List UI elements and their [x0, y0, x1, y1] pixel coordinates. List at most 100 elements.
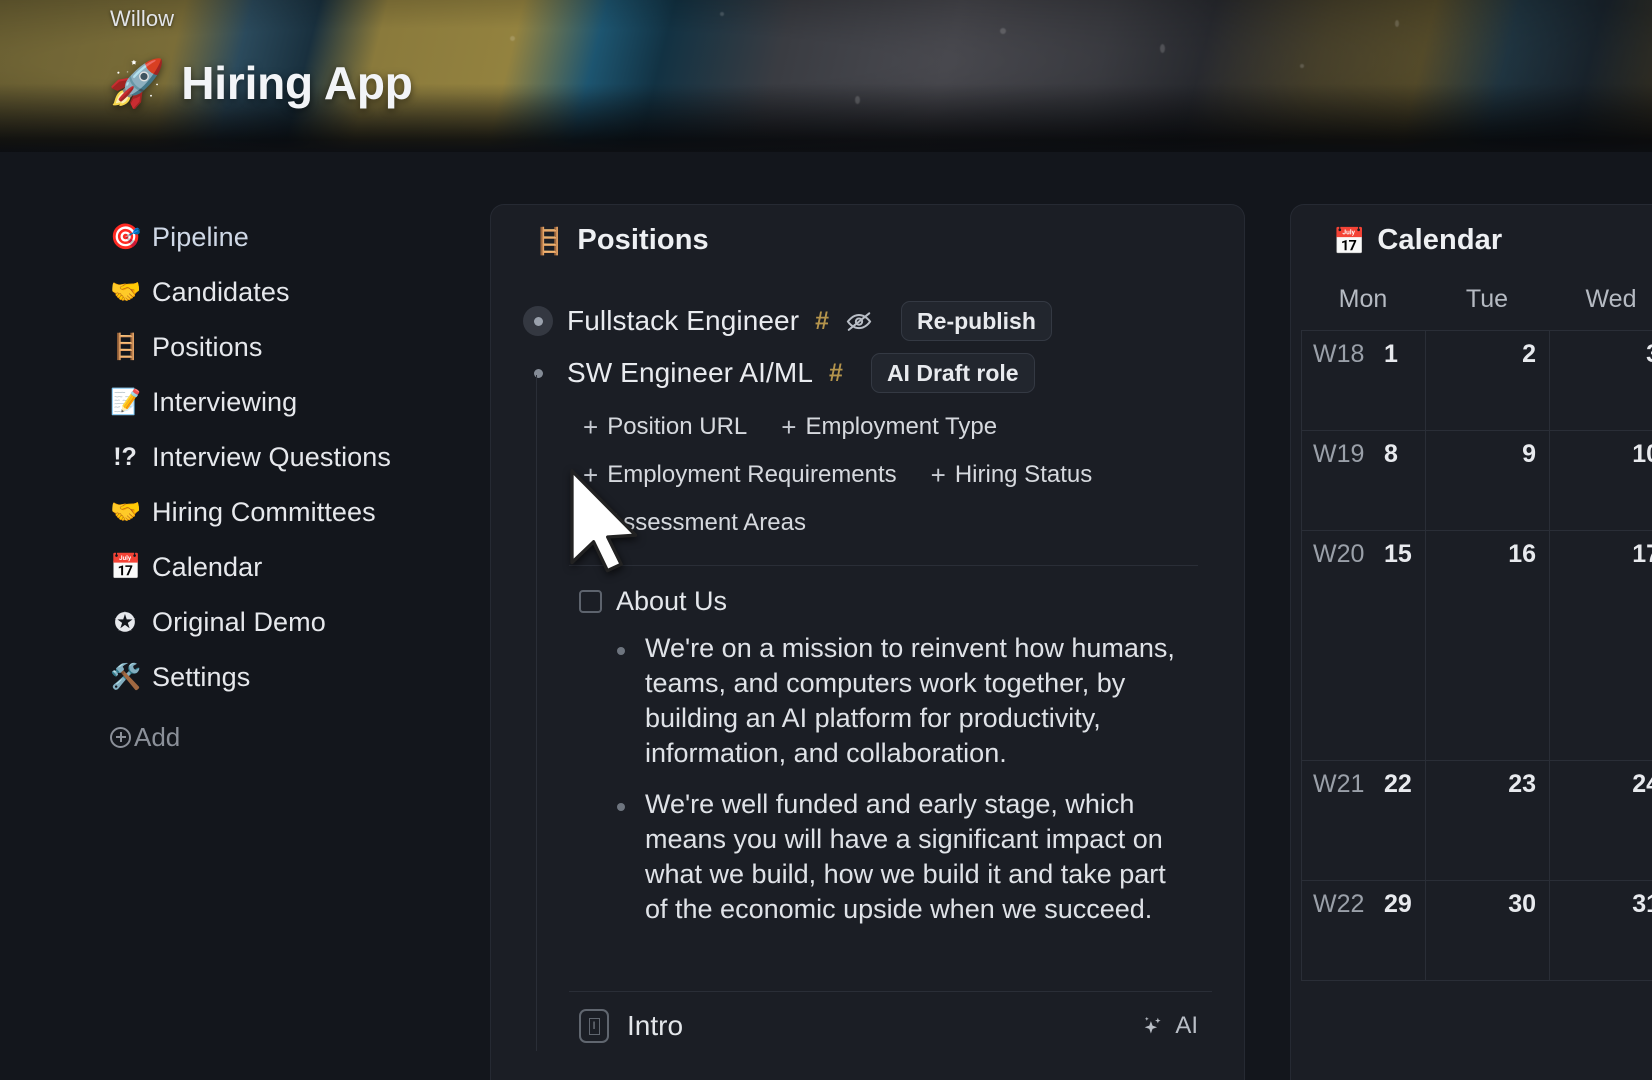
intro-label: Intro — [627, 1010, 684, 1041]
about-us-heading[interactable]: About Us — [491, 586, 1244, 617]
calendar-panel-header: 📅 Calendar — [1291, 205, 1652, 257]
plus-icon: + — [781, 412, 797, 442]
handshake-emoji-icon: 🤝 — [110, 278, 142, 306]
day-number: 30 — [1508, 890, 1536, 918]
property-row: + Position URL + Employment Type — [491, 407, 1244, 447]
sidebar-item-label: Candidates — [152, 277, 290, 307]
hash-icon[interactable]: # — [829, 359, 843, 388]
property-label: Employment Requirements — [607, 461, 897, 488]
bullet-icon — [533, 368, 543, 378]
ladder-emoji-icon: 🪜 — [110, 333, 142, 361]
calendar-day-cell[interactable]: W20 15 — [1302, 531, 1426, 760]
about-us-list: We're on a mission to reinvent how human… — [491, 631, 1244, 927]
sidebar-item-pipeline[interactable]: 🎯 Pipeline — [0, 210, 490, 265]
sidebar-item-settings[interactable]: 🛠️ Settings — [0, 650, 490, 705]
day-number: 16 — [1508, 540, 1536, 568]
eye-off-icon[interactable] — [845, 307, 873, 335]
day-number: 23 — [1508, 770, 1536, 798]
dart-emoji-icon: 🎯 — [110, 223, 142, 251]
positions-panel: 🪜 Positions Fullstack Engineer # Re-publ… — [490, 204, 1245, 1080]
intro-row[interactable]: I Intro AI — [491, 1009, 1244, 1043]
ai-draft-role-button[interactable]: AI Draft role — [870, 353, 1035, 393]
add-employment-requirements-button[interactable]: + Employment Requirements — [583, 461, 897, 489]
day-number: 17 — [1632, 540, 1652, 568]
day-number: 10 — [1632, 440, 1652, 468]
sidebar-item-positions[interactable]: 🪜 Positions — [0, 320, 490, 375]
bullet-icon — [533, 316, 543, 326]
day-number: 15 — [1384, 540, 1412, 568]
position-name: Fullstack Engineer — [567, 305, 800, 336]
position-row[interactable]: Fullstack Engineer # Re-publish — [491, 295, 1244, 347]
calendar-weekday-header: Mon Tue Wed — [1291, 285, 1652, 314]
breadcrumb[interactable]: Willow — [110, 6, 174, 32]
calendar-panel: 📅 Calendar Mon Tue Wed W18 1 2 W19 8 9 1… — [1290, 204, 1652, 1080]
positions-panel-title: Positions — [577, 224, 709, 256]
sidebar-add-button[interactable]: Add — [0, 711, 490, 763]
add-position-url-button[interactable]: + Position URL — [583, 413, 747, 441]
week-number-label: W18 — [1313, 340, 1365, 368]
property-row: + Employment Requirements + Hiring Statu… — [491, 455, 1244, 495]
sidebar-item-candidates[interactable]: 🤝 Candidates — [0, 265, 490, 320]
sidebar-item-original-demo[interactable]: ✪ Original Demo — [0, 595, 490, 650]
calendar-grid: W18 1 2 3 W19 8 9 — [1301, 330, 1652, 981]
hash-icon[interactable]: # — [815, 307, 829, 336]
calendar-day-cell[interactable]: 31 — [1550, 881, 1652, 980]
property-label: Employment Type — [805, 413, 998, 440]
calendar-day-cell[interactable]: 23 — [1426, 761, 1550, 880]
day-number: 31 — [1632, 890, 1652, 918]
calendar-day-cell[interactable]: W18 1 — [1302, 331, 1426, 430]
calendar-day-cell[interactable]: 30 — [1426, 881, 1550, 980]
bullet-toggle[interactable] — [523, 306, 553, 336]
list-item[interactable]: We're well funded and early stage, which… — [617, 787, 1244, 927]
day-number: 2 — [1522, 340, 1536, 368]
calendar-day-cell[interactable]: 9 — [1426, 431, 1550, 530]
calendar-day-cell[interactable]: 2 — [1426, 331, 1550, 430]
day-number: 22 — [1384, 770, 1412, 798]
bullet-toggle[interactable] — [523, 358, 553, 388]
add-hiring-status-button[interactable]: + Hiring Status — [931, 461, 1093, 489]
sidebar-item-label: Calendar — [152, 552, 263, 582]
day-number: 9 — [1522, 440, 1536, 468]
plus-icon: + — [583, 508, 599, 538]
positions-body: Fullstack Engineer # Re-publish SW Engin… — [491, 257, 1244, 1051]
sidebar-item-label: Positions — [152, 332, 263, 362]
sidebar-item-label: Interviewing — [152, 387, 298, 417]
calendar-day-cell[interactable]: 16 — [1426, 531, 1550, 760]
sidebar-item-hiring-committees[interactable]: 🤝 Hiring Committees — [0, 485, 490, 540]
sidebar-item-interviewing[interactable]: 📝 Interviewing — [0, 375, 490, 430]
calendar-week-row: W20 15 16 17 — [1302, 531, 1652, 761]
week-number-label: W20 — [1313, 540, 1365, 568]
calendar-week-row: W22 29 30 31 — [1302, 881, 1652, 981]
calendar-day-cell[interactable]: 17 — [1550, 531, 1652, 760]
sidebar-item-label: Pipeline — [152, 222, 249, 252]
position-row[interactable]: SW Engineer AI/ML # AI Draft role — [491, 347, 1244, 399]
ladder-emoji-icon: 🪜 — [533, 225, 566, 256]
add-employment-type-button[interactable]: + Employment Type — [781, 413, 997, 441]
week-number-label: W21 — [1313, 770, 1365, 798]
sidebar-item-interview-questions[interactable]: !? Interview Questions — [0, 430, 490, 485]
day-number: 24 — [1632, 770, 1652, 798]
list-item-text: We're on a mission to reinvent how human… — [645, 633, 1175, 768]
list-item[interactable]: We're on a mission to reinvent how human… — [617, 631, 1244, 771]
weekday-label-wed: Wed — [1585, 285, 1637, 313]
plus-icon: + — [930, 460, 946, 490]
page-cover-banner: Willow 🚀 Hiring App — [0, 0, 1652, 152]
republish-button[interactable]: Re-publish — [901, 301, 1052, 341]
calendar-day-cell[interactable]: 3 — [1550, 331, 1652, 430]
sidebar-item-calendar[interactable]: 📅 Calendar — [0, 540, 490, 595]
add-assessment-areas-button[interactable]: + Assessment Areas — [583, 509, 806, 537]
calendar-day-cell[interactable]: W19 8 — [1302, 431, 1426, 530]
ai-button[interactable]: AI — [1139, 1012, 1198, 1040]
calendar-emoji-icon: 📅 — [1333, 225, 1366, 256]
calendar-day-cell[interactable]: W22 29 — [1302, 881, 1426, 980]
property-label: Assessment Areas — [607, 509, 806, 536]
calendar-day-cell[interactable]: W21 22 — [1302, 761, 1426, 880]
weekday-label-mon: Mon — [1338, 285, 1388, 313]
about-us-title: About Us — [616, 586, 728, 616]
handshake-emoji-icon: 🤝 — [110, 498, 142, 526]
day-number: 1 — [1384, 340, 1398, 368]
tools-emoji-icon: 🛠️ — [110, 663, 142, 691]
calendar-day-cell[interactable]: 24 — [1550, 761, 1652, 880]
calendar-day-cell[interactable]: 10 — [1550, 431, 1652, 530]
intro-icon-letter: I — [588, 1017, 600, 1035]
